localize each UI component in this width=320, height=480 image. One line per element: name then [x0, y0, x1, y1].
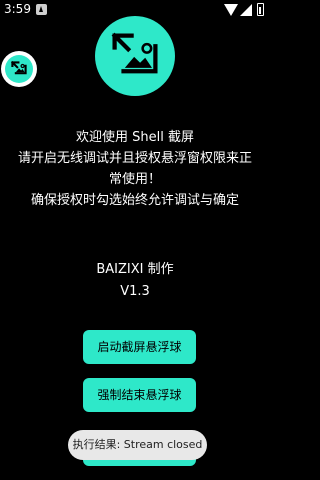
credit-text: BAIZIXI 制作 — [96, 262, 174, 277]
version-text: V1.3 — [120, 284, 150, 299]
wifi-icon — [224, 4, 238, 16]
intro-line-welcome: 欢迎使用 Shell 截屏 — [76, 130, 194, 145]
start-float-ball-button[interactable]: 启动截屏悬浮球 — [83, 330, 196, 364]
screenshot-icon — [5, 55, 33, 83]
intro-line-permission: 请开启无线调试并且授权悬浮窗权限来正 — [17, 151, 252, 166]
floating-screenshot-ball[interactable] — [1, 51, 37, 87]
stop-float-ball-button[interactable]: 强制结束悬浮球 — [83, 378, 196, 412]
notification-icon — [36, 4, 47, 15]
screenshot-icon — [111, 32, 158, 74]
intro-line-permission-cont: 常使用！ — [108, 172, 161, 187]
status-time: 3:59 — [4, 2, 31, 16]
battery-icon — [257, 3, 264, 16]
intro-line-confirm: 确保授权时勾选始终允许调试与确定 — [30, 193, 239, 208]
toast-message: 执行结果: Stream closed — [68, 430, 207, 460]
app-logo — [95, 16, 175, 96]
signal-icon — [240, 4, 252, 16]
intro-text: 欢迎使用 Shell 截屏 请开启无线调试并且授权悬浮窗权限来正 常使用！ 确保… — [0, 127, 270, 211]
